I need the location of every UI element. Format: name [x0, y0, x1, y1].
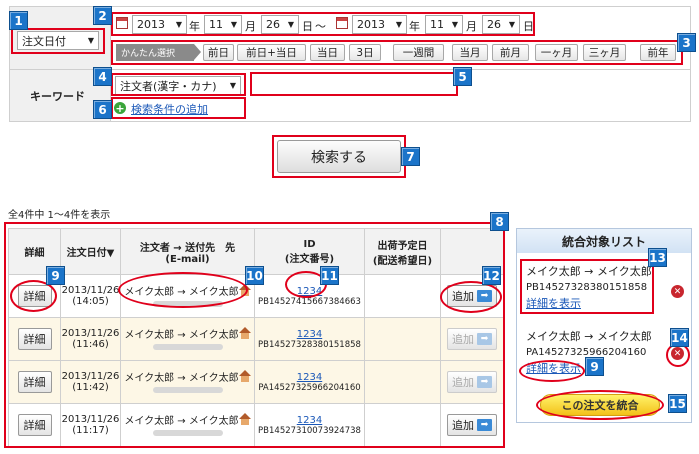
callout-oval-15 [536, 390, 664, 420]
badge-8: 8 [490, 212, 509, 231]
callout-oval-10 [118, 272, 248, 308]
result-count: 全4件中 1～4件を表示 [8, 210, 111, 221]
badge-14: 14 [670, 328, 689, 347]
badge-12: 12 [482, 266, 501, 285]
badge-10: 10 [245, 266, 264, 285]
callout-oval-12 [440, 281, 502, 313]
callout-box-13 [520, 259, 654, 314]
callout-box-6 [111, 97, 246, 119]
callout-box-8 [4, 222, 505, 448]
badge-9b: 9 [585, 357, 604, 376]
badge-9: 9 [46, 266, 65, 285]
badge-3: 3 [677, 33, 696, 52]
callout-oval-9b [519, 360, 585, 382]
badge-11: 11 [320, 266, 339, 285]
callout-box-3 [111, 40, 683, 65]
badge-5: 5 [453, 67, 472, 86]
badge-2: 2 [93, 6, 112, 25]
badge-15: 15 [668, 394, 687, 413]
callout-box-7 [272, 135, 406, 178]
badge-13: 13 [648, 248, 667, 267]
badge-6: 6 [93, 100, 112, 119]
badge-4: 4 [93, 67, 112, 86]
callout-box-1 [11, 28, 105, 54]
callout-box-4 [111, 73, 246, 96]
callout-box-2 [111, 12, 535, 36]
merge-item-names: メイク太郎 → メイク太郎 [526, 330, 652, 343]
badge-1: 1 [9, 11, 28, 30]
callout-box-5 [250, 72, 458, 96]
remove-icon[interactable]: ✕ [671, 285, 684, 298]
badge-7: 7 [401, 147, 420, 166]
keyword-label: キーワード [30, 90, 85, 103]
